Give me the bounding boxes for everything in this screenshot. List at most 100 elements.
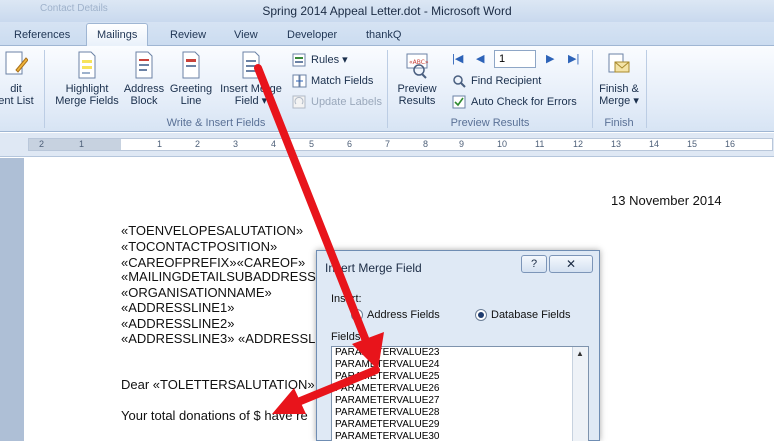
next-record-icon[interactable]: ▶ (546, 52, 554, 65)
group-preview-label: Preview Results (450, 117, 530, 129)
ruler-number: 12 (573, 139, 584, 149)
finish-merge-label-1: Finish & (599, 83, 639, 95)
match-fields-icon (292, 74, 307, 88)
previous-record-icon[interactable]: ◀ (476, 52, 484, 65)
highlight-label-2: Merge Fields (55, 95, 119, 107)
rules-button[interactable]: Rules ▾ (292, 52, 348, 70)
ruler-number: 1 (157, 139, 163, 149)
auto-check-icon (452, 95, 466, 109)
address-fields-radio[interactable] (351, 309, 363, 321)
greeting-line-label-1: Greeting (169, 83, 213, 95)
tab-mailings[interactable]: Mailings (86, 23, 149, 47)
merge-field-line: «MAILINGDETAILSUBADDRESS (121, 269, 316, 284)
match-fields-label: Match Fields (311, 75, 374, 87)
insert-merge-field-icon (242, 51, 260, 79)
title-bar: Contact Details Spring 2014 Appeal Lette… (0, 0, 774, 22)
finish-merge-button[interactable]: Finish & Merge ▾ (594, 50, 644, 114)
preview-label-2: Results (398, 95, 436, 107)
ruler-number: 2 (39, 139, 45, 149)
address-block-button[interactable]: Address Block (122, 50, 166, 114)
edit-list-icon (5, 51, 28, 75)
letter-date: 13 November 2014 (611, 193, 722, 208)
insert-merge-field-dialog: Insert Merge Field ? ✕ Insert: Address F… (316, 250, 600, 441)
update-labels-label: Update Labels (311, 96, 382, 108)
address-block-icon (135, 51, 153, 79)
horizontal-ruler: 2 1 1 2 3 4 5 6 7 8 9 10 11 12 13 14 15 … (0, 133, 774, 157)
database-fields-radio[interactable] (475, 309, 487, 321)
update-labels-button[interactable]: Update Labels (292, 94, 382, 112)
find-recipient-button[interactable]: Find Recipient (452, 73, 541, 91)
insert-label: Insert: (331, 293, 362, 305)
list-item[interactable]: PARAMETERVALUE23 (332, 347, 588, 359)
address-block-label-2: Block (130, 95, 158, 107)
tab-references[interactable]: References (4, 26, 80, 46)
first-record-icon[interactable]: |◀ (452, 52, 463, 65)
ribbon-separator (44, 50, 45, 128)
fields-label: Fields: (331, 331, 364, 343)
merge-field-line: «TOCONTACTPOSITION» (121, 239, 278, 254)
ruler-number: 7 (385, 139, 391, 149)
last-record-icon[interactable]: ▶| (568, 52, 579, 65)
fields-scrollbar[interactable]: ▲ (572, 347, 588, 441)
preview-results-button[interactable]: «ABC» Preview Results (392, 50, 442, 114)
ruler-number: 15 (687, 139, 698, 149)
ribbon-separator (387, 50, 388, 128)
ruler-number: 2 (195, 139, 201, 149)
greeting-line-label-2: Line (180, 95, 202, 107)
list-item[interactable]: PARAMETERVALUE27 (332, 395, 588, 407)
letter-body: Your total donations of $ have re (121, 408, 308, 423)
ruler-number: 5 (309, 139, 315, 149)
list-item[interactable]: PARAMETERVALUE30 (332, 431, 588, 441)
tab-thankq[interactable]: thankQ (356, 26, 411, 46)
highlight-merge-fields-button[interactable]: Highlight Merge Fields (52, 50, 122, 114)
ruler-number: 13 (611, 139, 622, 149)
tab-review[interactable]: Review (160, 26, 216, 46)
list-item[interactable]: PARAMETERVALUE25 (332, 371, 588, 383)
list-item[interactable]: PARAMETERVALUE26 (332, 383, 588, 395)
ruler-number: 6 (347, 139, 353, 149)
edit-recipient-list-button[interactable]: dit ent List (0, 50, 40, 114)
edit-list-label-2: ent List (0, 95, 34, 107)
tab-view[interactable]: View (224, 26, 268, 46)
group-finish-label: Finish (604, 117, 634, 129)
address-fields-label: Address Fields (367, 309, 440, 321)
fields-list[interactable]: PARAMETERVALUE23 PARAMETERVALUE24 PARAME… (331, 346, 589, 441)
merge-field-line: «ADDRESSLINE1» (121, 300, 235, 315)
update-labels-icon (292, 95, 306, 109)
dialog-title: Insert Merge Field (325, 261, 422, 275)
dialog-close-button[interactable]: ✕ (549, 255, 593, 273)
record-number-input[interactable]: 1 (494, 50, 536, 68)
rules-icon (292, 53, 306, 67)
tab-developer[interactable]: Developer (277, 26, 347, 46)
merge-field-line: «CAREOFPREFIX»«CAREOF» (121, 255, 306, 270)
merge-field-line: «TOENVELOPESALUTATION» (121, 223, 304, 238)
dialog-help-button[interactable]: ? (521, 255, 547, 273)
database-fields-label: Database Fields (491, 309, 571, 321)
list-item[interactable]: PARAMETERVALUE29 (332, 419, 588, 431)
greeting-line-button[interactable]: Greeting Line (166, 50, 216, 114)
ruler-number: 1 (79, 139, 85, 149)
ribbon-separator (592, 50, 593, 128)
edit-list-label-1: dit (10, 83, 22, 95)
group-write-insert-label: Write & Insert Fields (166, 117, 266, 129)
list-item[interactable]: PARAMETERVALUE24 (332, 359, 588, 371)
ruler-number: 4 (271, 139, 277, 149)
auto-check-label: Auto Check for Errors (471, 96, 577, 108)
ribbon-separator (646, 50, 647, 128)
list-item[interactable]: PARAMETERVALUE28 (332, 407, 588, 419)
ruler-number: 16 (725, 139, 736, 149)
ribbon-tabs: References Mailings Review View Develope… (0, 22, 774, 47)
rules-label: Rules ▾ (311, 54, 348, 66)
ruler-number: 9 (459, 139, 465, 149)
finish-merge-icon (608, 53, 630, 73)
finish-merge-label-2: Merge ▾ (599, 95, 639, 107)
highlight-icon (78, 51, 96, 79)
address-block-label-1: Address (123, 83, 165, 95)
insert-merge-label-1: Insert Merge (220, 83, 282, 95)
scroll-up-icon[interactable]: ▲ (576, 349, 584, 358)
match-fields-button[interactable]: Match Fields (292, 73, 373, 91)
auto-check-errors-button[interactable]: Auto Check for Errors (452, 94, 577, 112)
insert-merge-label-2: Field ▾ (234, 95, 268, 107)
find-recipient-icon (453, 75, 466, 88)
insert-merge-field-button[interactable]: Insert Merge Field ▾ (216, 50, 286, 114)
